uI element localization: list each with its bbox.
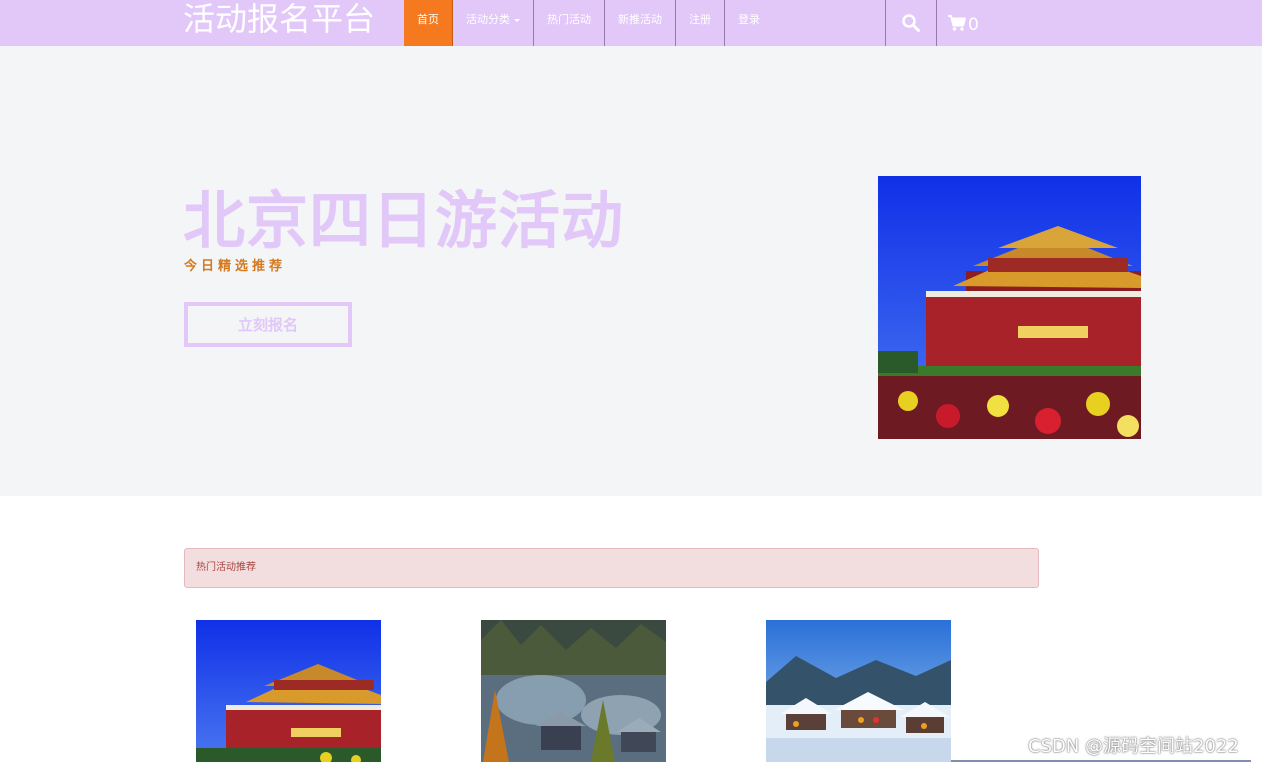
search-button[interactable]: [886, 0, 937, 46]
nav-item-label: 新推活动: [618, 13, 662, 26]
shopping-cart-icon: [948, 15, 966, 31]
top-navbar: 活动报名平台 首页 活动分类 热门活动 新推活动 注册 登录 0: [0, 0, 1262, 46]
nav-item-label: 活动分类: [466, 13, 510, 26]
activity-card-image[interactable]: [196, 620, 381, 762]
signup-now-button[interactable]: 立刻报名: [184, 302, 352, 347]
cart-count: 0: [968, 15, 979, 35]
hero-banner: 北京四日游活动 今日精选推荐 立刻报名: [0, 46, 1262, 496]
nav-item-label: 热门活动: [547, 13, 591, 26]
nav-item-categories[interactable]: 活动分类: [453, 0, 534, 46]
hot-activities-header: 热门活动推荐: [184, 548, 1039, 588]
search-icon: [902, 14, 920, 32]
nav-item-hot[interactable]: 热门活动: [534, 0, 605, 46]
nav-right: 0: [885, 0, 979, 46]
nav-item-label: 首页: [417, 13, 439, 26]
tiananmen-photo: [196, 620, 381, 762]
activity-card-image[interactable]: [766, 620, 951, 762]
tiananmen-photo: [878, 176, 1141, 439]
autumn-village-photo: [481, 620, 666, 762]
caret-down-icon: [514, 18, 520, 22]
nav-item-register[interactable]: 注册: [676, 0, 725, 46]
snow-village-photo: [766, 620, 951, 762]
activity-card-image[interactable]: [481, 620, 666, 762]
hero-subtitle: 今日精选推荐: [184, 259, 287, 274]
hero-image[interactable]: [878, 176, 1141, 439]
main-nav: 首页 活动分类 热门活动 新推活动 注册 登录: [404, 0, 773, 46]
nav-item-home[interactable]: 首页: [404, 0, 453, 46]
watermark-text: CSDN @源码空间站2022: [1028, 736, 1239, 757]
nav-item-label: 注册: [689, 13, 711, 26]
nav-item-label: 登录: [738, 13, 760, 26]
cart-button[interactable]: 0: [937, 0, 979, 46]
site-brand[interactable]: 活动报名平台: [183, 0, 375, 46]
nav-item-login[interactable]: 登录: [725, 0, 773, 46]
nav-item-new[interactable]: 新推活动: [605, 0, 676, 46]
hero-title: 北京四日游活动: [183, 184, 625, 257]
